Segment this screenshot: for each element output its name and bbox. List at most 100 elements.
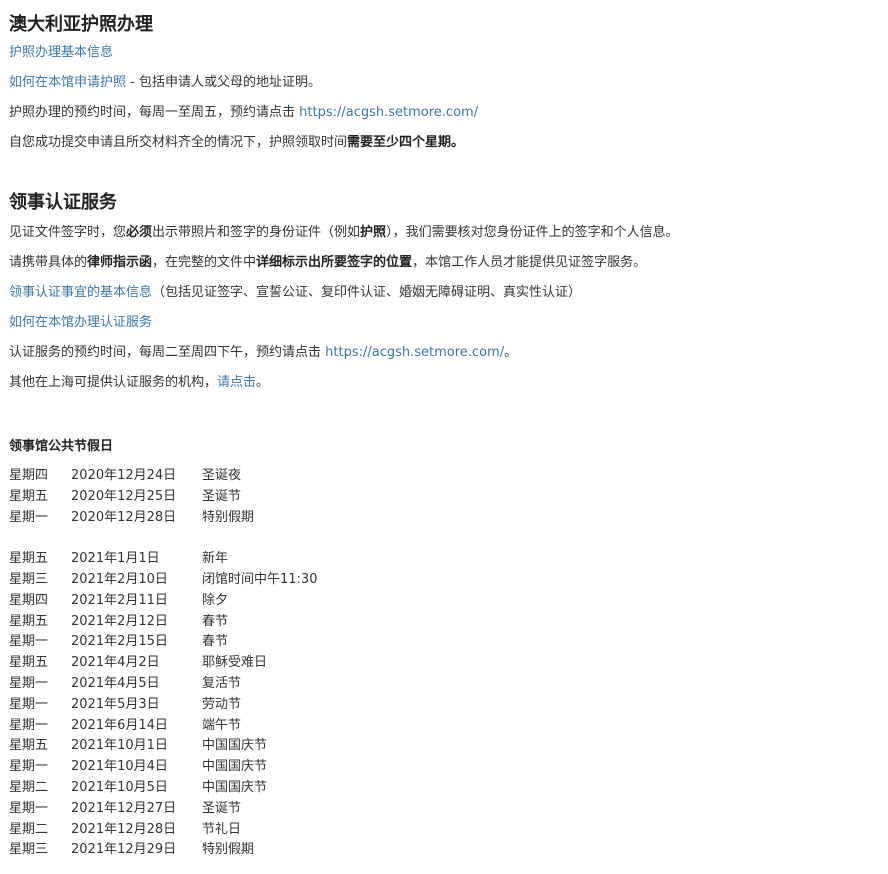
notarial-other-line: 其他在上海可提供认证服务的机构，请点击。 [9, 368, 888, 398]
holiday-day: 星期一 [9, 509, 49, 525]
notarial-line-1: 见证文件签字时，您必须出示带照片和签字的身份证件（例如护照），我们需要核对您身份… [9, 218, 888, 248]
holiday-date: 2021年10月5日 [71, 779, 168, 795]
holiday-row: 星期一 2021年4月5日 复活节 [9, 674, 317, 695]
holiday-name: 特别假期 [202, 842, 255, 858]
notarial-line-1-text-b: 出示带照片和签字的身份证件（例如 [152, 225, 361, 240]
notarial-how-link[interactable]: 如何在本馆办理认证服务 [9, 315, 152, 330]
holiday-name: 中国国庆节 [202, 779, 268, 795]
holiday-day: 星期一 [9, 759, 49, 775]
holiday-date: 2021年4月5日 [71, 675, 160, 691]
notarial-how-line: 如何在本馆办理认证服务 [9, 308, 888, 338]
holiday-name: 除夕 [202, 592, 229, 608]
holiday-name: 复活节 [202, 675, 242, 691]
notarial-line-1-bold-b: 护照 [360, 225, 387, 240]
passport-section-title: 澳大利亚护照办理 [9, 14, 153, 35]
passport-processing-bold: 需要至少四个星期。 [347, 135, 465, 150]
holiday-day: 星期一 [9, 696, 49, 712]
holiday-row: 星期一 2021年5月3日 劳动节 [9, 695, 317, 716]
notarial-appointment-link[interactable]: https://acgsh.setmore.com/ [325, 345, 504, 360]
holiday-row: 星期四 2020年12月24日 圣诞夜 [9, 466, 317, 487]
holiday-row: 星期四 2021年2月11日 除夕 [9, 591, 317, 612]
passport-appointment-text: 护照办理的预约时间，每周一至周五，预约请点击 [9, 105, 300, 120]
holiday-day: 星期一 [9, 717, 49, 733]
notarial-line-2-text-c: ，本馆工作人员才能提供见证签字服务。 [412, 255, 647, 270]
holiday-date: 2021年12月27日 [71, 800, 177, 816]
holiday-row: 星期一 2021年10月4日 中国国庆节 [9, 757, 317, 778]
notarial-info-link[interactable]: 领事认证事宜的基本信息 [9, 285, 152, 300]
holiday-name: 特别假期 [202, 509, 255, 525]
holidays-title: 领事馆公共节假日 [9, 439, 114, 454]
holiday-group-spacer [9, 528, 317, 549]
notarial-line-1-bold-a: 必须 [126, 225, 153, 240]
notarial-other-text: 其他在上海可提供认证服务的机构， [9, 375, 218, 390]
notarial-line-1-text-a: 见证文件签字时，您 [9, 225, 127, 240]
passport-how-to-apply-link[interactable]: 如何在本馆申请护照 [9, 75, 126, 90]
holiday-date: 2021年2月12日 [71, 613, 168, 629]
holiday-date: 2020年12月24日 [71, 468, 177, 483]
passport-basic-info-link[interactable]: 护照办理基本信息 [9, 45, 113, 60]
passport-how-to-apply-line: 如何在本馆申请护照 - 包括申请人或父母的地址证明。 [9, 68, 888, 98]
notarial-line-2-text-b: ，在完整的文件中 [152, 255, 257, 270]
holiday-name: 春节 [202, 634, 229, 650]
holiday-name: 端午节 [202, 717, 242, 733]
holiday-row: 星期二 2021年12月28日 节礼日 [9, 820, 317, 841]
holiday-day: 星期四 [9, 592, 49, 608]
holiday-day: 星期一 [9, 675, 49, 691]
passport-basic-info-line: 护照办理基本信息 [9, 42, 888, 64]
notarial-line-1-text-c: ），我们需要核对您身份证件上的签字和个人信息。 [386, 225, 679, 240]
passport-processing-text: 自您成功提交申请且所交材料齐全的情况下，护照领取时间 [9, 135, 348, 150]
holiday-name: 春节 [202, 613, 229, 629]
holiday-day: 星期五 [9, 613, 49, 629]
holiday-name: 节礼日 [202, 821, 242, 837]
notarial-other-link[interactable]: 请点击 [217, 375, 256, 390]
holiday-day: 星期三 [9, 571, 49, 587]
holiday-name: 新年 [202, 551, 229, 567]
holiday-day: 星期五 [9, 488, 49, 504]
holiday-row: 星期三 2021年2月10日 闭馆时间中午11:30 [9, 570, 317, 591]
holidays-table: 星期四 2020年12月24日 圣诞夜 星期五 2020年12月25日 圣诞节 星期一 202… [9, 466, 317, 861]
notarial-appointment-suffix: 。 [504, 345, 518, 360]
holiday-date: 2021年10月1日 [71, 738, 168, 754]
holiday-date: 2021年4月2日 [71, 655, 160, 671]
holiday-name: 圣诞节 [202, 488, 242, 504]
holiday-day: 星期五 [9, 738, 49, 754]
notarial-line-2-bold-a: 律师指示函 [87, 255, 153, 270]
holiday-row: 星期三 2021年12月29日 特别假期 [9, 840, 317, 861]
notarial-section-title: 领事认证服务 [9, 192, 117, 213]
holiday-date: 2021年2月15日 [71, 634, 168, 650]
holiday-day: 星期五 [9, 655, 49, 671]
notarial-line-2-text-a: 请携带具体的 [9, 255, 88, 270]
holiday-row: 星期五 2021年4月2日 耶稣受难日 [9, 653, 317, 674]
holiday-row: 星期五 2020年12月25日 圣诞节 [9, 487, 317, 508]
holiday-name: 耶稣受难日 [202, 655, 268, 671]
holiday-row: 星期一 2020年12月28日 特别假期 [9, 508, 317, 529]
holiday-row: 星期一 2021年12月27日 圣诞节 [9, 799, 317, 820]
holiday-day: 星期二 [9, 779, 49, 795]
holiday-group-spacer-cell [9, 528, 317, 549]
holiday-date: 2020年12月25日 [71, 488, 177, 504]
page-content: 澳大利亚护照办理 护照办理基本信息 如何在本馆申请护照 - 包括申请人或父母的地… [0, 0, 888, 861]
holiday-row: 星期五 2021年2月12日 春节 [9, 612, 317, 633]
holiday-name: 圣诞节 [202, 800, 242, 816]
notarial-line-2: 请携带具体的律师指示函，在完整的文件中详细标示出所要签字的位置，本馆工作人员才能… [9, 248, 888, 278]
passport-processing-line: 自您成功提交申请且所交材料齐全的情况下，护照领取时间需要至少四个星期。 [9, 128, 888, 158]
holiday-day: 星期一 [9, 800, 49, 816]
holiday-date: 2021年1月1日 [71, 551, 160, 567]
holiday-date: 2021年12月28日 [71, 821, 177, 837]
holiday-date: 2021年5月3日 [71, 696, 160, 712]
holiday-name: 中国国庆节 [202, 738, 268, 754]
holiday-name: 闭馆时间中午11:30 [202, 571, 318, 587]
passport-how-to-apply-suffix: - 包括申请人或父母的地址证明。 [126, 75, 321, 90]
notarial-other-suffix: 。 [256, 375, 270, 390]
passport-appointment-link[interactable]: https://acgsh.setmore.com/ [299, 105, 478, 120]
holiday-day: 星期二 [9, 821, 49, 837]
holiday-date: 2021年2月10日 [71, 571, 168, 587]
notarial-appointment-line: 认证服务的预约时间，每周二至周四下午，预约请点击 https://acgsh.s… [9, 338, 888, 368]
holiday-date: 2021年2月11日 [71, 592, 168, 608]
holiday-row: 星期二 2021年10月5日 中国国庆节 [9, 778, 317, 799]
notarial-line-2-bold-b: 详细标示出所要签字的位置 [256, 255, 413, 270]
holiday-name: 劳动节 [202, 696, 242, 712]
holiday-day: 星期一 [9, 634, 49, 650]
holiday-row: 星期五 2021年1月1日 新年 [9, 549, 317, 570]
holiday-day: 星期三 [9, 842, 49, 858]
